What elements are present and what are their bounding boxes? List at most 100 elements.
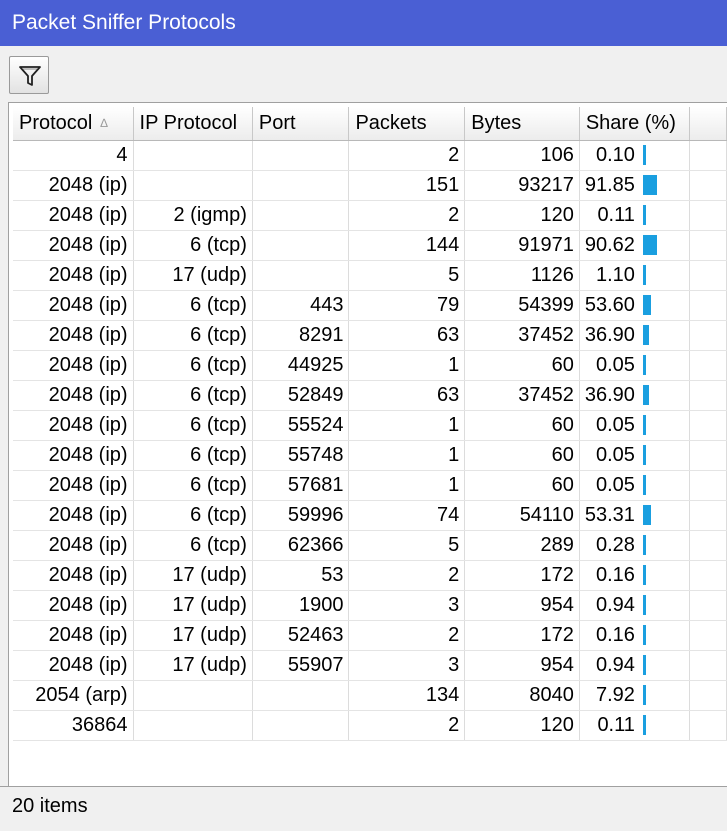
cell-bytes: 91971 (464, 230, 580, 261)
share-bar-track (642, 685, 688, 705)
share-value: 91.85 (584, 173, 635, 196)
status-bar: 20 items (0, 786, 727, 831)
table-row[interactable]: 2048 (ip) 17 (udp) 1900 3 954 0.94 (13, 590, 727, 621)
cell-ip-protocol (133, 710, 253, 741)
column-header-bytes[interactable]: Bytes (464, 107, 580, 141)
cell-filler (689, 470, 727, 501)
share-bar-track (642, 205, 688, 225)
share-bar (642, 685, 646, 705)
table-row[interactable]: 2048 (ip) 6 (tcp) 443 79 54399 53.60 (13, 290, 727, 321)
table-row[interactable]: 4 2 106 0.10 (13, 140, 727, 171)
share-bar (642, 505, 651, 525)
share-bar (642, 715, 646, 735)
cell-bytes: 60 (464, 440, 580, 471)
share-bar-track (642, 295, 688, 315)
toolbar (0, 46, 727, 102)
share-value: 0.94 (595, 653, 635, 676)
table-row[interactable]: 2048 (ip) 6 (tcp) 55524 1 60 0.05 (13, 410, 727, 441)
share-bar (642, 535, 646, 555)
share-value: 0.28 (595, 533, 635, 556)
share-bar (642, 445, 646, 465)
cell-port (252, 230, 350, 261)
cell-share: 0.11 (579, 200, 690, 231)
cell-ip-protocol: 17 (udp) (133, 560, 253, 591)
cell-protocol: 2048 (ip) (13, 590, 134, 621)
table-row[interactable]: 2048 (ip) 6 (tcp) 57681 1 60 0.05 (13, 470, 727, 501)
cell-ip-protocol: 17 (udp) (133, 590, 253, 621)
column-header-port[interactable]: Port (252, 107, 350, 141)
table-row[interactable]: 2048 (ip) 6 (tcp) 8291 63 37452 36.90 (13, 320, 727, 351)
cell-bytes: 54399 (464, 290, 580, 321)
cell-filler (689, 200, 727, 231)
cell-port (252, 170, 350, 201)
table-row[interactable]: 2048 (ip) 6 (tcp) 44925 1 60 0.05 (13, 350, 727, 381)
cell-packets: 1 (348, 350, 466, 381)
table-row[interactable]: 2048 (ip) 151 93217 91.85 (13, 170, 727, 201)
cell-share: 0.05 (579, 440, 690, 471)
share-value: 0.94 (595, 593, 635, 616)
cell-filler (689, 290, 727, 321)
cell-ip-protocol (133, 170, 253, 201)
cell-bytes: 93217 (464, 170, 580, 201)
cell-port (252, 710, 350, 741)
cell-filler (689, 620, 727, 651)
share-bar-track (642, 145, 688, 165)
table-row[interactable]: 2048 (ip) 6 (tcp) 62366 5 289 0.28 (13, 530, 727, 561)
cell-protocol: 2048 (ip) (13, 230, 134, 261)
cell-bytes: 1126 (464, 260, 580, 291)
cell-packets: 5 (348, 530, 466, 561)
cell-ip-protocol: 6 (tcp) (133, 380, 253, 411)
cell-share: 7.92 (579, 680, 690, 711)
share-bar (642, 145, 646, 165)
cell-port: 44925 (252, 350, 350, 381)
table-row[interactable]: 2048 (ip) 6 (tcp) 59996 74 54110 53.31 (13, 500, 727, 531)
cell-port: 1900 (252, 590, 350, 621)
share-value: 90.62 (584, 233, 635, 256)
table-row[interactable]: 2048 (ip) 6 (tcp) 52849 63 37452 36.90 (13, 380, 727, 411)
cell-filler (689, 560, 727, 591)
cell-share: 0.94 (579, 590, 690, 621)
cell-share: 36.90 (579, 320, 690, 351)
column-header-share[interactable]: Share (%) (579, 107, 690, 141)
cell-port (252, 680, 350, 711)
table-row[interactable]: 2048 (ip) 17 (udp) 5 1126 1.10 (13, 260, 727, 291)
table-row[interactable]: 2048 (ip) 2 (igmp) 2 120 0.11 (13, 200, 727, 231)
cell-protocol: 2048 (ip) (13, 440, 134, 471)
column-header-protocol[interactable]: Protocol ∆ (13, 107, 134, 141)
cell-packets: 2 (348, 620, 466, 651)
cell-protocol: 2048 (ip) (13, 350, 134, 381)
table-row[interactable]: 36864 2 120 0.11 (13, 710, 727, 741)
cell-port: 52463 (252, 620, 350, 651)
cell-share: 1.10 (579, 260, 690, 291)
table-row[interactable]: 2048 (ip) 17 (udp) 53 2 172 0.16 (13, 560, 727, 591)
cell-share: 0.94 (579, 650, 690, 681)
table-row[interactable]: 2048 (ip) 17 (udp) 52463 2 172 0.16 (13, 620, 727, 651)
table-row[interactable]: 2048 (ip) 6 (tcp) 144 91971 90.62 (13, 230, 727, 261)
cell-packets: 2 (348, 710, 466, 741)
cell-port: 53 (252, 560, 350, 591)
table-row[interactable]: 2048 (ip) 6 (tcp) 55748 1 60 0.05 (13, 440, 727, 471)
share-bar-track (642, 175, 688, 195)
cell-filler (689, 440, 727, 471)
cell-filler (689, 140, 727, 171)
cell-protocol: 2048 (ip) (13, 560, 134, 591)
cell-filler (689, 380, 727, 411)
share-bar-track (642, 625, 688, 645)
table-row[interactable]: 2048 (ip) 17 (udp) 55907 3 954 0.94 (13, 650, 727, 681)
share-bar (642, 595, 646, 615)
cell-ip-protocol: 6 (tcp) (133, 500, 253, 531)
cell-share: 36.90 (579, 380, 690, 411)
share-bar-track (642, 655, 688, 675)
share-value: 0.11 (597, 203, 635, 226)
cell-port: 55524 (252, 410, 350, 441)
filter-button[interactable] (9, 56, 49, 94)
share-bar (642, 475, 646, 495)
cell-protocol: 2048 (ip) (13, 170, 134, 201)
column-header-ip-protocol[interactable]: IP Protocol (133, 107, 253, 141)
share-bar-track (642, 325, 688, 345)
column-header-packets[interactable]: Packets (348, 107, 466, 141)
cell-bytes: 106 (464, 140, 580, 171)
share-bar-track (642, 385, 688, 405)
table-row[interactable]: 2054 (arp) 134 8040 7.92 (13, 680, 727, 711)
cell-share: 90.62 (579, 230, 690, 261)
